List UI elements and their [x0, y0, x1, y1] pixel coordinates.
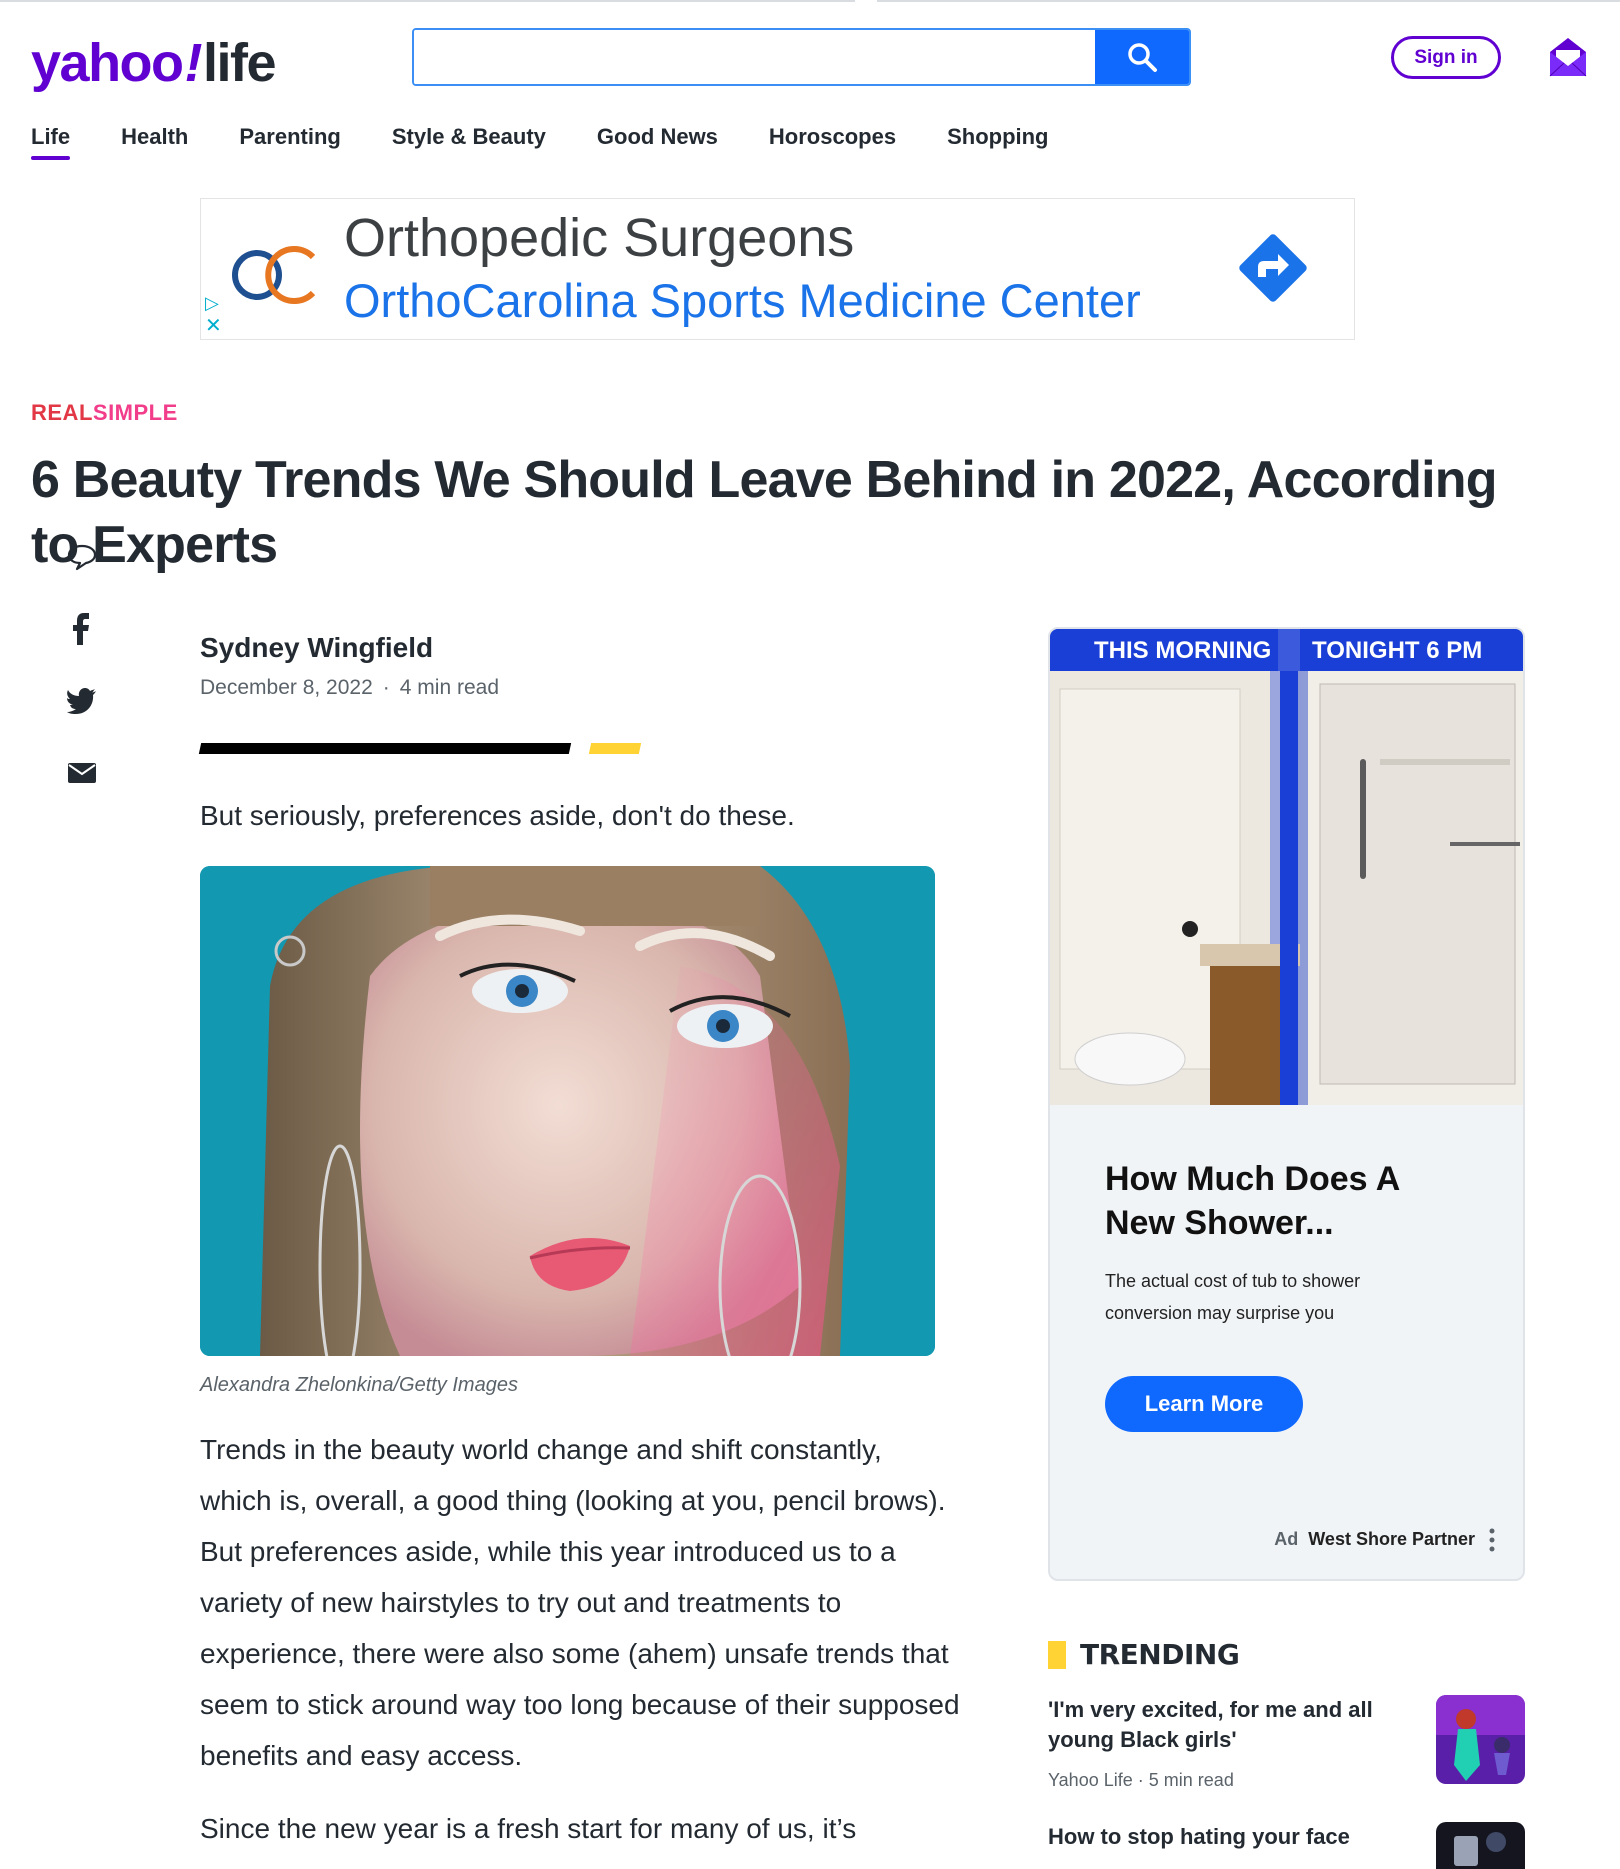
nav-item-life[interactable]: Life — [31, 124, 71, 160]
close-ad-icon[interactable]: ✕ — [205, 313, 222, 338]
primary-nav: Life Health Parenting Style & Beauty Goo… — [31, 124, 1100, 160]
nav-item-style-beauty[interactable]: Style & Beauty — [392, 124, 546, 160]
publish-date: December 8, 2022 — [200, 676, 373, 699]
meta-separator: · — [382, 676, 390, 699]
source-real: REAL — [31, 400, 93, 425]
sidebar-ad[interactable]: THIS MORNING TONIGHT 6 PM How Much Does … — [1048, 627, 1525, 1581]
orthocarolina-logo — [232, 246, 316, 304]
logo-bang: ! — [184, 33, 203, 93]
article-hero-image — [200, 866, 935, 1356]
article-paragraph-1: Trends in the beauty world change and sh… — [200, 1434, 960, 1771]
email-share-icon[interactable] — [64, 755, 100, 791]
mail-icon[interactable] — [1548, 36, 1588, 78]
top-divider — [0, 0, 1620, 2]
read-time: 4 min read — [399, 676, 499, 699]
search-bar — [412, 28, 1191, 86]
source-simple: SIMPLE — [92, 400, 178, 425]
more-options-icon[interactable] — [1489, 1527, 1495, 1553]
decorative-accent — [588, 743, 642, 754]
article-summary: But seriously, preferences aside, don't … — [200, 800, 795, 831]
adchoices-icon[interactable]: ▷ — [205, 293, 219, 314]
advertiser-name: West Shore Partner — [1308, 1529, 1475, 1549]
nav-item-horoscopes[interactable]: Horoscopes — [769, 124, 896, 160]
directions-arrow-icon[interactable] — [1234, 229, 1312, 307]
article-meta: December 8, 2022 · 4 min read — [200, 676, 499, 700]
nav-item-good-news[interactable]: Good News — [597, 124, 718, 160]
ad-subtitle: OrthoCarolina Sports Medicine Center — [344, 274, 1141, 327]
article-headline: 6 Beauty Trends We Should Leave Behind i… — [31, 451, 1497, 574]
trending-item-1-read-time: 5 min read — [1148, 1770, 1234, 1790]
comments-icon[interactable] — [64, 539, 100, 575]
ad-label-tonight: TONIGHT 6 PM — [1312, 637, 1483, 664]
ad-image — [1050, 629, 1523, 1105]
ad-title: Orthopedic Surgeons — [344, 208, 855, 268]
article-source-logo[interactable]: REALSIMPLE — [31, 400, 178, 426]
trending-item-2-title[interactable]: How to stop hating your face — [1048, 1822, 1408, 1852]
decorative-bar — [198, 743, 572, 754]
image-caption: Alexandra Zhelonkina/Getty Images — [200, 1374, 518, 1396]
ad-headline[interactable]: How Much Does A New Shower... — [1105, 1157, 1475, 1245]
sign-in-button[interactable]: Sign in — [1391, 36, 1501, 79]
twitter-icon[interactable] — [64, 683, 100, 719]
article-paragraph-2: Since the new year is a fresh start for … — [200, 1813, 857, 1844]
trending-title: TRENDING — [1080, 1638, 1240, 1671]
search-input[interactable] — [414, 30, 1095, 84]
logo-yahoo-text: yahoo — [31, 33, 184, 93]
trending-item-1-thumbnail[interactable] — [1436, 1695, 1525, 1784]
meta-separator: · — [1137, 1770, 1144, 1790]
author-name[interactable]: Sydney Wingfield — [200, 632, 433, 664]
search-button[interactable] — [1095, 30, 1189, 84]
trending-item-1-source: Yahoo Life — [1048, 1770, 1133, 1790]
trending-accent — [1048, 1640, 1066, 1669]
top-banner-ad[interactable]: Orthopedic Surgeons OrthoCarolina Sports… — [200, 198, 1355, 340]
logo-life-text: life — [203, 33, 277, 93]
ad-label-morning: THIS MORNING — [1094, 637, 1272, 664]
ad-description: The actual cost of tub to shower convers… — [1105, 1271, 1361, 1323]
trending-item-2-thumbnail[interactable] — [1436, 1822, 1525, 1869]
trending-item-1-meta: Yahoo Life · 5 min read — [1048, 1770, 1234, 1791]
ad-attribution: Ad West Shore Partner — [1274, 1529, 1475, 1550]
nav-item-shopping[interactable]: Shopping — [947, 124, 1048, 160]
ad-tag: Ad — [1274, 1529, 1299, 1549]
trending-item-1-title[interactable]: 'I'm very excited, for me and all young … — [1048, 1695, 1408, 1755]
top-divider-gap — [855, 0, 877, 2]
search-icon — [1128, 43, 1157, 72]
learn-more-button[interactable]: Learn More — [1105, 1376, 1303, 1432]
nav-item-health[interactable]: Health — [121, 124, 188, 160]
trending-header: TRENDING — [1048, 1638, 1240, 1671]
yahoo-life-logo[interactable]: yahoo ! life — [31, 32, 277, 94]
nav-item-parenting[interactable]: Parenting — [239, 124, 340, 160]
facebook-icon[interactable] — [64, 611, 100, 647]
